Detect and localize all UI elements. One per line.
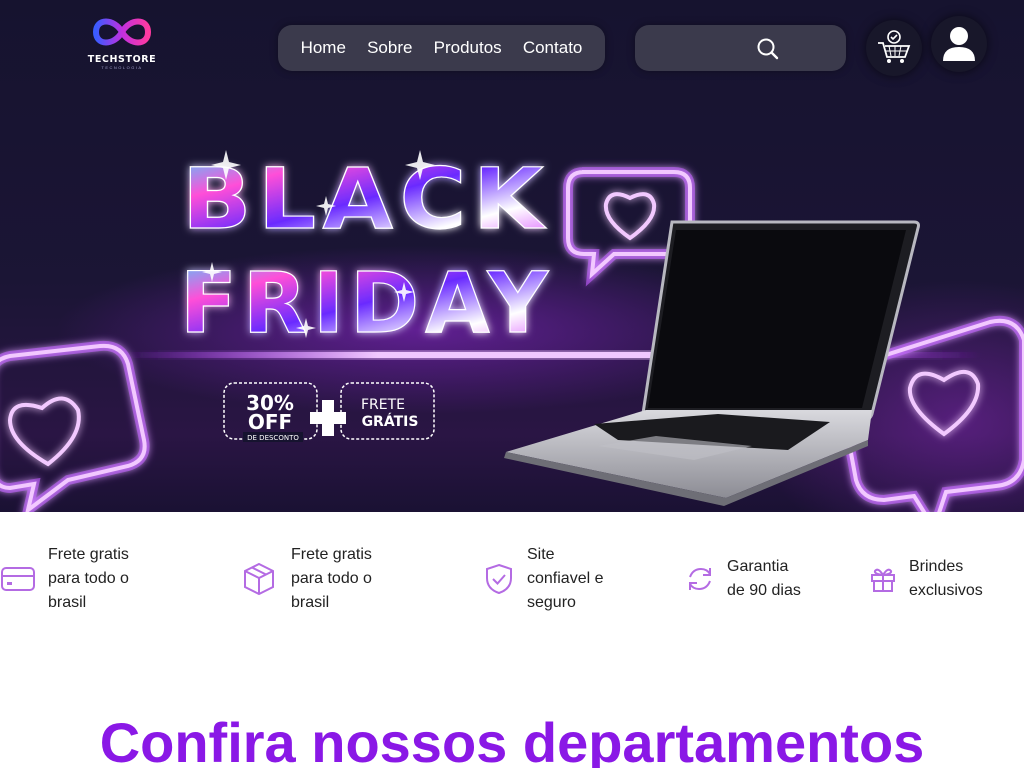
feature-text: Brindes exclusivos: [909, 558, 983, 599]
main-nav: Home Sobre Produtos Contato: [278, 25, 605, 71]
credit-card-icon: [0, 561, 36, 597]
banner-title-line2: FRIDAY: [180, 254, 554, 352]
feature-text: Garantia de 90 dias: [727, 558, 801, 599]
feature-text: Frete gratis para todo o brasil: [291, 546, 372, 611]
feature-text: Frete gratis para todo o brasil: [48, 546, 129, 611]
feature-item: Frete gratis para todo o brasil: [241, 543, 372, 615]
feature-item: Site confiavel e seguro: [481, 543, 604, 615]
departments-title: Confira nossos departamentos: [99, 711, 925, 768]
nav-products[interactable]: Produtos: [434, 38, 502, 58]
gift-icon: [865, 561, 901, 597]
svg-text:DE DESCONTO: DE DESCONTO: [247, 434, 299, 442]
hero-banner: BLACK FRIDAY 30% OFF DE DESCONTO FRETE G…: [0, 0, 1024, 512]
feature-item: Frete gratis para todo o brasil: [0, 543, 129, 615]
box-icon: [241, 561, 277, 597]
search-input[interactable]: [649, 33, 749, 63]
discount-badge: 30% OFF DE DESCONTO: [223, 382, 318, 442]
feature-item: Brindes exclusivos: [865, 555, 983, 603]
feature-text: Site confiavel e seguro: [527, 546, 604, 611]
search-button[interactable]: [755, 36, 781, 62]
infinity-logo-icon: [92, 18, 152, 46]
search-bar: [635, 25, 846, 71]
free-shipping-badge: FRETE GRÁTIS: [340, 382, 435, 440]
black-friday-banner-art: BLACK FRIDAY 30% OFF DE DESCONTO FRETE G…: [0, 149, 1024, 512]
neon-heart-bubble-icon: [0, 340, 150, 512]
feature-item: Garantia de 90 dias: [682, 555, 801, 603]
user-button[interactable]: [931, 16, 987, 72]
search-icon: [757, 38, 779, 60]
svg-text:OFF: OFF: [248, 410, 292, 434]
nav-contact[interactable]: Contato: [523, 38, 583, 58]
cart-button[interactable]: [866, 20, 922, 76]
refresh-icon: [682, 561, 718, 597]
nav-home[interactable]: Home: [301, 38, 346, 58]
svg-text:GRÁTIS: GRÁTIS: [362, 413, 419, 430]
shopping-cart-check-icon: [878, 30, 911, 63]
techstore-logo[interactable]: TECHSTORE TECNOLOGIA: [78, 12, 166, 74]
brand-name: TECHSTORE: [87, 54, 157, 65]
nav-about[interactable]: Sobre: [367, 38, 412, 58]
user-icon: [943, 27, 975, 61]
shield-check-icon: [481, 561, 517, 597]
svg-text:FRETE: FRETE: [361, 397, 405, 413]
brand-tagline: TECNOLOGIA: [101, 65, 143, 70]
